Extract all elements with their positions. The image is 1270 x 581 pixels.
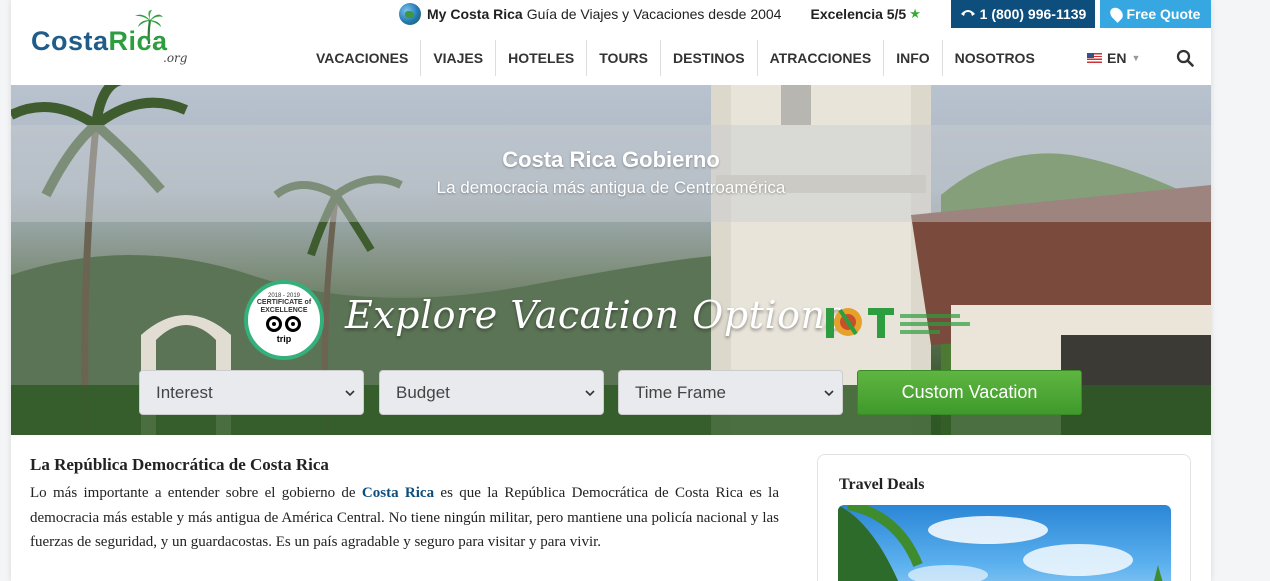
phone-number: 1 (800) 996-1139 [979, 6, 1087, 22]
site-header: CostaRica .org My Costa Rica Guía de Via… [11, 0, 1211, 85]
custom-vacation-button[interactable]: Custom Vacation [857, 370, 1082, 415]
star-icon: ★ [909, 6, 921, 21]
nav-item-tours[interactable]: TOURS [587, 40, 661, 76]
hero-subtitle: La democracia más antigua de Centroaméri… [436, 178, 786, 197]
free-quote-button[interactable]: Free Quote [1100, 0, 1211, 28]
article-paragraph: Lo más importante a entender sobre el go… [30, 481, 779, 555]
hero-banner: Costa Rica Gobierno La democracia más an… [11, 85, 1211, 435]
location-pin-icon [1107, 5, 1125, 23]
site-logo[interactable]: CostaRica .org [31, 10, 201, 70]
owl-icon [266, 316, 302, 333]
globe-icon [399, 3, 421, 25]
nav-item-viajes[interactable]: VIAJES [421, 40, 497, 76]
badge-brand: trip [276, 334, 292, 344]
chevron-down-icon [585, 390, 595, 397]
hero-title-band [11, 125, 1211, 222]
page: CostaRica .org My Costa Rica Guía de Via… [0, 0, 1270, 581]
interest-select[interactable]: Interest [139, 370, 364, 415]
budget-select[interactable]: Budget [379, 370, 604, 415]
time-frame-select[interactable]: Time Frame [618, 370, 843, 415]
top-info-bar: My Costa Rica Guía de Viajes y Vacacione… [399, 0, 921, 28]
logo-suffix: .org [163, 51, 188, 65]
badge-cert-line2: EXCELLENCE [260, 307, 308, 314]
explore-heading: Explore Vacation Options [345, 293, 846, 337]
travel-deal-image[interactable] [838, 505, 1171, 581]
article: La República Democrática de Costa Rica L… [30, 455, 779, 555]
excellence-rating: Excelencia 5/5 [810, 6, 907, 22]
language-label: EN [1107, 50, 1127, 66]
nav-item-hoteles[interactable]: HOTELES [496, 40, 588, 76]
travel-deals-title: Travel Deals [839, 476, 925, 493]
hero-title: Costa Rica Gobierno [502, 147, 720, 172]
travel-deals-widget: Travel Deals [817, 454, 1191, 581]
us-flag-icon [1087, 53, 1102, 63]
budget-select-value: Budget [396, 382, 450, 402]
brand-tagline: Guía de Viajes y Vacaciones desde 2004 [526, 6, 782, 22]
costa-rica-link[interactable]: Costa Rica [362, 485, 434, 501]
site-container: CostaRica .org My Costa Rica Guía de Via… [11, 0, 1211, 581]
nav-item-nosotros[interactable]: NOSOTROS [943, 40, 1047, 76]
article-text-start: Lo más importante a entender sobre el go… [30, 485, 362, 501]
badge-cert-line1: CERTIFICATE of [256, 299, 312, 306]
phone-icon [960, 10, 975, 16]
phone-button[interactable]: 1 (800) 996-1139 [951, 0, 1095, 28]
ict-tourism-logo [826, 308, 970, 338]
interest-select-value: Interest [156, 382, 213, 402]
logo-wordmark: CostaRica [31, 26, 168, 56]
beach-palm-image [838, 505, 1163, 581]
nav-item-atracciones[interactable]: ATRACCIONES [758, 40, 885, 76]
free-quote-label: Free Quote [1126, 6, 1201, 22]
article-heading: La República Democrática de Costa Rica [30, 455, 329, 474]
tripadvisor-certificate-badge: 2018 - 2019 CERTIFICATE of EXCELLENCE tr… [244, 280, 324, 360]
brand-name[interactable]: My Costa Rica [427, 6, 523, 22]
nav-item-info[interactable]: INFO [884, 40, 943, 76]
language-selector[interactable]: EN ▼ [1087, 40, 1140, 76]
nav-item-vacaciones[interactable]: VACACIONES [304, 40, 422, 76]
main-nav: VACACIONES VIAJES HOTELES TOURS DESTINOS… [304, 40, 1047, 76]
caret-down-icon: ▼ [1131, 53, 1141, 63]
search-icon[interactable] [1176, 49, 1194, 67]
chevron-down-icon [345, 390, 355, 397]
chevron-down-icon [824, 390, 834, 397]
nav-item-destinos[interactable]: DESTINOS [661, 40, 758, 76]
time-frame-select-value: Time Frame [635, 382, 726, 402]
